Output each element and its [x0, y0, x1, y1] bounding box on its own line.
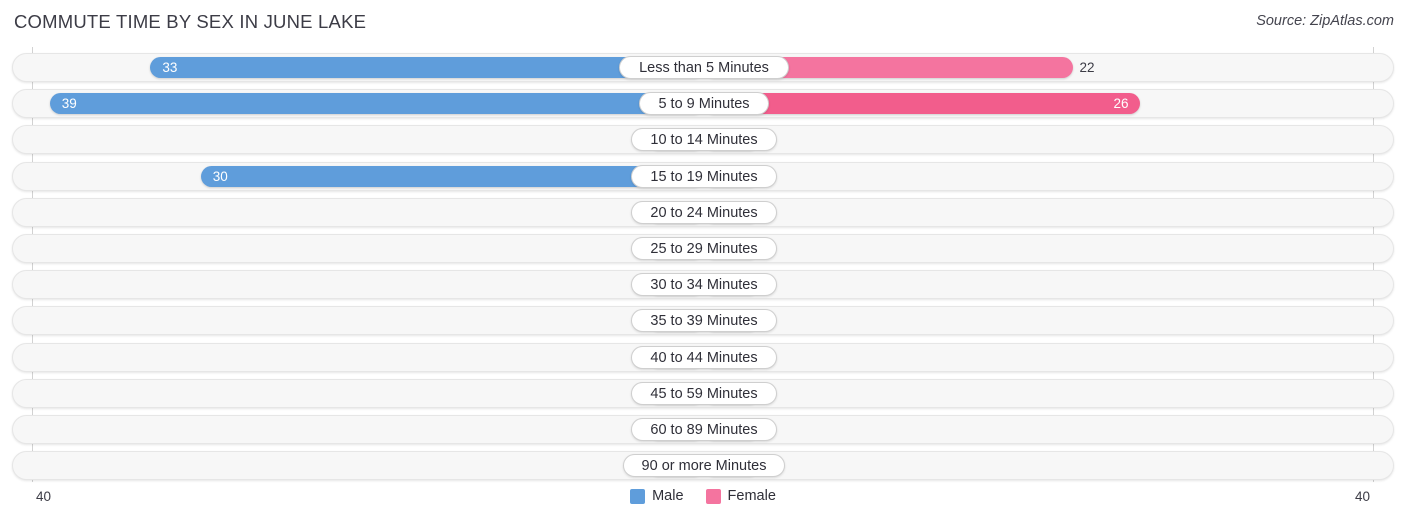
female-value-label: 26 [1113, 96, 1129, 112]
chart-header: COMMUTE TIME BY SEX IN JUNE LAKE Source:… [0, 0, 1406, 46]
table-row: 0045 to 59 Minutes [12, 378, 1394, 408]
category-label: 40 to 44 Minutes [631, 345, 777, 369]
table-row: 33 22 Less than 5 Minutes [12, 53, 1394, 82]
female-bar [704, 93, 1140, 115]
legend-item-female[interactable]: Female [705, 488, 776, 504]
table-row: 39 26 5 to 9 Minutes [12, 89, 1394, 119]
category-label: 25 to 29 Minutes [631, 237, 777, 260]
legend-label: Female [727, 488, 776, 504]
legend-item-male[interactable]: Male [630, 488, 684, 504]
category-label: 5 to 9 Minutes [639, 92, 769, 116]
table-row: 0035 to 39 Minutes [12, 306, 1394, 336]
category-label: 60 to 89 Minutes [631, 418, 777, 441]
table-row: 0040 to 44 Minutes [12, 342, 1394, 372]
male-value-label: 33 [162, 60, 178, 75]
table-row: 0030 to 34 Minutes [12, 270, 1394, 300]
table-row: 0060 to 89 Minutes [12, 415, 1394, 444]
male-legend-swatch [630, 488, 646, 504]
table-row: 0020 to 24 Minutes [12, 197, 1394, 227]
legend-label: Male [652, 488, 684, 504]
category-label: 45 to 59 Minutes [631, 381, 777, 405]
category-label: 35 to 39 Minutes [631, 309, 777, 333]
category-label: 15 to 19 Minutes [631, 164, 777, 188]
female-legend-swatch [705, 488, 721, 504]
category-label: 30 to 34 Minutes [631, 273, 777, 297]
table-row: 0025 to 29 Minutes [12, 234, 1394, 263]
chart-footer: 40 40 Male Female [0, 484, 1406, 523]
category-label: Less than 5 Minutes [619, 56, 789, 79]
table-row: 0010 to 14 Minutes [12, 125, 1394, 155]
category-label: 10 to 14 Minutes [631, 128, 777, 152]
source-attribution: Source: ZipAtlas.com [1256, 13, 1394, 29]
chart-legend: Male Female [0, 488, 1406, 504]
chart-plot-area: 33 22 Less than 5 Minutes 39 26 5 to 9 Minute… [0, 47, 1406, 482]
male-bar [49, 93, 704, 115]
male-value-label: 30 [212, 168, 228, 184]
male-bar [200, 165, 704, 187]
male-value-label: 39 [61, 96, 77, 112]
female-value-label: 22 [1079, 60, 1095, 75]
table-row: 0090 or more Minutes [12, 451, 1394, 481]
category-label: 20 to 24 Minutes [631, 200, 777, 224]
category-label: 90 or more Minutes [623, 454, 785, 478]
table-row: 30015 to 19 Minutes [12, 161, 1394, 191]
page-title: COMMUTE TIME BY SEX IN JUNE LAKE [14, 11, 367, 32]
